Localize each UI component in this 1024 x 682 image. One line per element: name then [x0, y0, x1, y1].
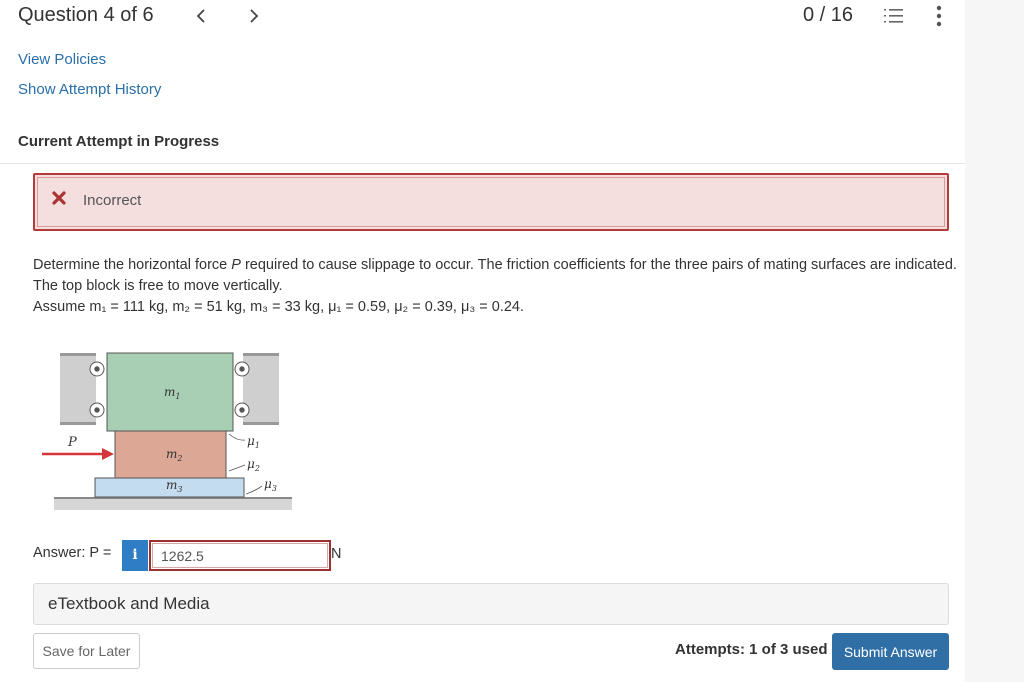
etextbook-media-panel[interactable]: eTextbook and Media [33, 583, 949, 625]
label-m1: m [164, 385, 175, 399]
question-title: Question 4 of 6 [18, 4, 154, 26]
svg-text:μ2: μ2 [247, 457, 260, 473]
label-mu3: μ [264, 477, 272, 491]
numbered-list-icon [884, 9, 903, 23]
svg-text:μ1: μ1 [247, 434, 260, 450]
score-display: 0 / 16 [803, 4, 854, 26]
show-attempt-history-link[interactable]: Show Attempt History [18, 81, 161, 98]
main-panel: Question 4 of 6 0 / 16 View Policies Sho… [0, 0, 965, 682]
block-friction-diagram: P m1 m2 m3 μ1 μ2 μ3 [42, 352, 292, 510]
problem-text: Determine the horizontal force P require… [33, 255, 958, 297]
divider [0, 163, 965, 164]
right-gutter [965, 0, 1024, 682]
left-wall [60, 353, 96, 425]
alert-inner-border [37, 177, 945, 227]
save-for-later-button[interactable]: Save for Later [33, 633, 140, 669]
question-header: Question 4 of 6 0 / 16 [0, 0, 965, 48]
x-icon [52, 191, 66, 205]
info-button[interactable]: i [122, 540, 148, 571]
previous-question-button[interactable] [190, 4, 214, 28]
submit-answer-button[interactable]: Submit Answer [832, 633, 949, 670]
etextbook-label: eTextbook and Media [48, 594, 210, 613]
alert-status-text: Incorrect [83, 192, 142, 209]
next-question-button[interactable] [241, 4, 265, 28]
right-wall [243, 353, 279, 425]
label-mu2: μ [247, 457, 255, 471]
problem-statement: Determine the horizontal force P require… [33, 255, 958, 318]
chevron-left-icon [196, 9, 205, 23]
more-options-button[interactable] [935, 5, 943, 32]
incorrect-alert: Incorrect [33, 173, 949, 231]
svg-text:μ3: μ3 [264, 477, 277, 493]
label-m2: m [166, 447, 177, 461]
view-policies-link[interactable]: View Policies [18, 51, 106, 68]
answer-unit: N [331, 546, 342, 562]
attempts-counter: Attempts: 1 of 3 used [675, 641, 828, 658]
ground [54, 498, 292, 510]
label-m3: m [166, 478, 177, 492]
answer-label: Answer: P = [33, 545, 112, 561]
problem-values: Assume m₁ = 111 kg, m₂ = 51 kg, m₃ = 33 … [33, 299, 525, 315]
answer-input[interactable] [149, 540, 331, 571]
problem-force-symbol: P [231, 257, 241, 273]
force-label: P [67, 435, 77, 450]
more-vertical-icon [936, 5, 942, 27]
current-attempt-heading: Current Attempt in Progress [18, 133, 220, 150]
label-mu1: μ [247, 434, 255, 448]
problem-text-a: Determine the horizontal force [33, 257, 232, 273]
question-list-button[interactable] [883, 6, 905, 31]
chevron-right-icon [250, 9, 259, 23]
